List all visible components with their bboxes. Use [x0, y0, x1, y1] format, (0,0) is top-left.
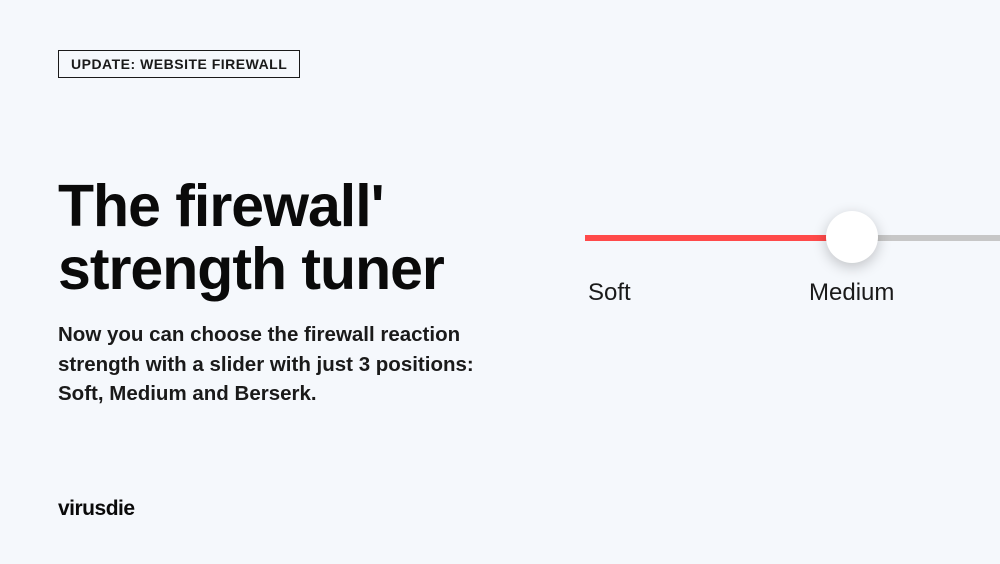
slider-track-active — [585, 235, 850, 241]
description-text: Now you can choose the firewall reaction… — [58, 320, 488, 409]
slider-track — [585, 235, 1000, 241]
update-badge: UPDATE: WEBSITE FIREWALL — [58, 50, 300, 78]
slider-handle[interactable] — [826, 211, 878, 263]
slider-label-soft: Soft — [588, 279, 631, 307]
firewall-strength-slider[interactable]: Soft Medium — [585, 235, 1000, 241]
brand-logo: virusdie — [58, 497, 135, 521]
page-title: The firewall'strength tuner — [58, 175, 444, 301]
slider-label-medium: Medium — [809, 279, 894, 307]
